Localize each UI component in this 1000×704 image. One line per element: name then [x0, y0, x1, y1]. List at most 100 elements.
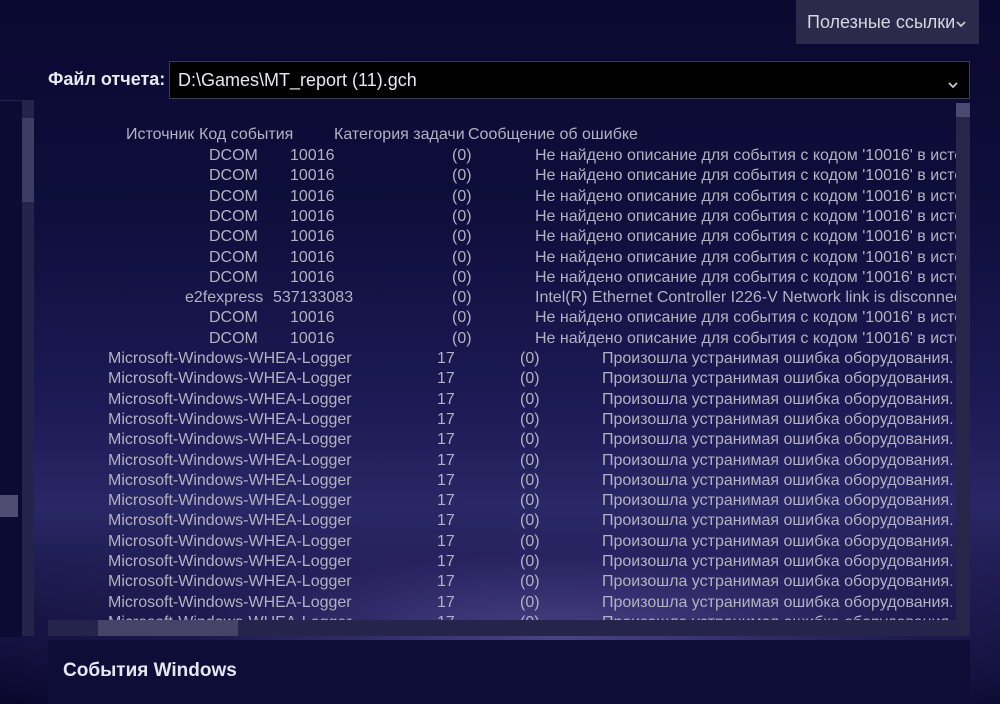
row-task-category: (0)	[520, 431, 540, 449]
row-message: Произошла устранимая ошибка оборудования…	[602, 431, 956, 449]
row-message: Не найдено описание для события с кодом …	[535, 309, 956, 327]
row-source: Microsoft-Windows-WHEA-Logger	[108, 593, 352, 611]
row-task-category: (0)	[452, 187, 472, 205]
row-task-category: (0)	[520, 553, 540, 570]
row-task-category: (0)	[520, 370, 540, 388]
row-task-category: (0)	[452, 207, 472, 225]
row-event-code: 17	[437, 593, 455, 611]
chevron-down-icon	[955, 14, 967, 35]
row-message: Произошла устранимая ошибка оборудования…	[602, 532, 956, 550]
row-source: Microsoft-Windows-WHEA-Logger	[108, 370, 352, 388]
row-source: DCOM	[209, 268, 258, 286]
row-event-code: 10016	[290, 329, 335, 347]
row-source: e2fexpress	[185, 289, 264, 307]
row-message: Произошла устранимая ошибка оборудования…	[602, 471, 956, 489]
row-source: Microsoft-Windows-WHEA-Logger	[108, 532, 352, 550]
column-header-task-category: Категория задачи	[334, 126, 465, 143]
row-message: Произошла устранимая ошибка оборудования…	[602, 350, 956, 367]
row-event-code: 17	[437, 390, 455, 408]
row-event-code: 10016	[290, 268, 335, 286]
report-vertical-scrollbar[interactable]	[956, 103, 970, 636]
row-message: Произошла устранимая ошибка оборудования…	[602, 390, 956, 408]
row-event-code: 17	[437, 431, 455, 449]
row-message: Не найдено описание для события с кодом …	[535, 248, 956, 266]
row-event-code: 17	[437, 350, 455, 367]
row-event-code: 17	[437, 471, 455, 489]
row-message: Произошла устранимая ошибка оборудования…	[602, 573, 956, 591]
row-message: Не найдено описание для события с кодом …	[535, 207, 956, 225]
row-source: Microsoft-Windows-WHEA-Logger	[108, 512, 352, 530]
column-header-source: Источник	[126, 126, 195, 143]
row-event-code: 17	[437, 512, 455, 530]
row-message: Не найдено описание для события с кодом …	[535, 268, 956, 286]
left-scrollbar-thumb[interactable]	[22, 118, 34, 202]
row-source: Microsoft-Windows-WHEA-Logger	[108, 492, 352, 510]
row-event-code: 17	[437, 492, 455, 510]
row-source: Microsoft-Windows-WHEA-Logger	[108, 350, 352, 367]
row-source: DCOM	[209, 187, 258, 205]
row-event-code: 17	[437, 451, 455, 469]
row-source: Microsoft-Windows-WHEA-Logger	[108, 573, 352, 591]
row-event-code: 17	[437, 532, 455, 550]
useful-links-label: Полезные ссылки	[807, 11, 956, 32]
row-message: Не найдено описание для события с кодом …	[535, 329, 956, 347]
row-task-category: (0)	[520, 451, 540, 469]
left-panel	[0, 100, 22, 637]
row-event-code: 10016	[290, 248, 335, 266]
row-source: Microsoft-Windows-WHEA-Logger	[108, 553, 352, 570]
row-task-category: (0)	[520, 573, 540, 591]
row-task-category: (0)	[520, 532, 540, 550]
row-task-category: (0)	[520, 410, 540, 428]
row-event-code: 10016	[290, 167, 335, 185]
row-message: Intel(R) Ethernet Controller I226-V Netw…	[535, 289, 956, 307]
left-panel-item[interactable]	[0, 495, 18, 517]
row-message: Произошла устранимая ошибка оборудования…	[602, 553, 956, 570]
row-event-code: 537133083	[273, 289, 354, 307]
row-event-code: 17	[437, 573, 455, 591]
row-source: DCOM	[209, 309, 258, 327]
row-task-category: (0)	[520, 350, 540, 367]
row-source: DCOM	[209, 147, 258, 164]
file-report-label: Файл отчета:	[48, 69, 166, 89]
column-header-error-message: Сообщение об ошибке	[468, 126, 638, 143]
row-task-category: (0)	[520, 492, 540, 510]
row-event-code: 10016	[290, 309, 335, 327]
row-message: Произошла устранимая ошибка оборудования…	[602, 451, 956, 469]
row-message: Произошла устранимая ошибка оборудования…	[602, 410, 956, 428]
useful-links-dropdown[interactable]: Полезные ссылки	[796, 0, 979, 44]
row-task-category: (0)	[452, 289, 472, 307]
row-source: Microsoft-Windows-WHEA-Logger	[108, 390, 352, 408]
row-task-category: (0)	[452, 228, 472, 246]
row-source: DCOM	[209, 248, 258, 266]
row-source: DCOM	[209, 228, 258, 246]
row-message: Не найдено описание для события с кодом …	[535, 167, 956, 185]
row-event-code: 10016	[290, 228, 335, 246]
report-file-value: D:\Games\MT_report (11).gch	[178, 69, 417, 90]
section-title: События Windows	[63, 660, 237, 681]
report-horizontal-scrollbar-thumb[interactable]	[98, 620, 238, 636]
row-task-category: (0)	[452, 248, 472, 266]
row-message: Не найдено описание для события с кодом …	[535, 187, 956, 205]
row-event-code: 10016	[290, 207, 335, 225]
column-header-event-code: Код события	[199, 126, 294, 143]
row-message: Произошла устранимая ошибка оборудования…	[602, 492, 956, 510]
report-text-area[interactable]: Источник Код события Категория задачи Со…	[48, 103, 956, 620]
report-file-select[interactable]: D:\Games\MT_report (11).gch	[169, 61, 970, 99]
row-task-category: (0)	[452, 167, 472, 185]
row-message: Произошла устранимая ошибка оборудования…	[602, 593, 956, 611]
row-message: Не найдено описание для события с кодом …	[535, 228, 956, 246]
row-source: DCOM	[209, 329, 258, 347]
row-task-category: (0)	[520, 390, 540, 408]
row-event-code: 17	[437, 410, 455, 428]
row-source: Microsoft-Windows-WHEA-Logger	[108, 451, 352, 469]
row-event-code: 17	[437, 553, 455, 570]
row-message: Не найдено описание для события с кодом …	[535, 147, 956, 164]
row-task-category: (0)	[520, 512, 540, 530]
row-source: DCOM	[209, 167, 258, 185]
report-vertical-scrollbar-thumb[interactable]	[956, 103, 970, 117]
row-task-category: (0)	[452, 309, 472, 327]
row-task-category: (0)	[452, 268, 472, 286]
row-task-category: (0)	[520, 593, 540, 611]
row-source: Microsoft-Windows-WHEA-Logger	[108, 471, 352, 489]
row-task-category: (0)	[452, 147, 472, 164]
